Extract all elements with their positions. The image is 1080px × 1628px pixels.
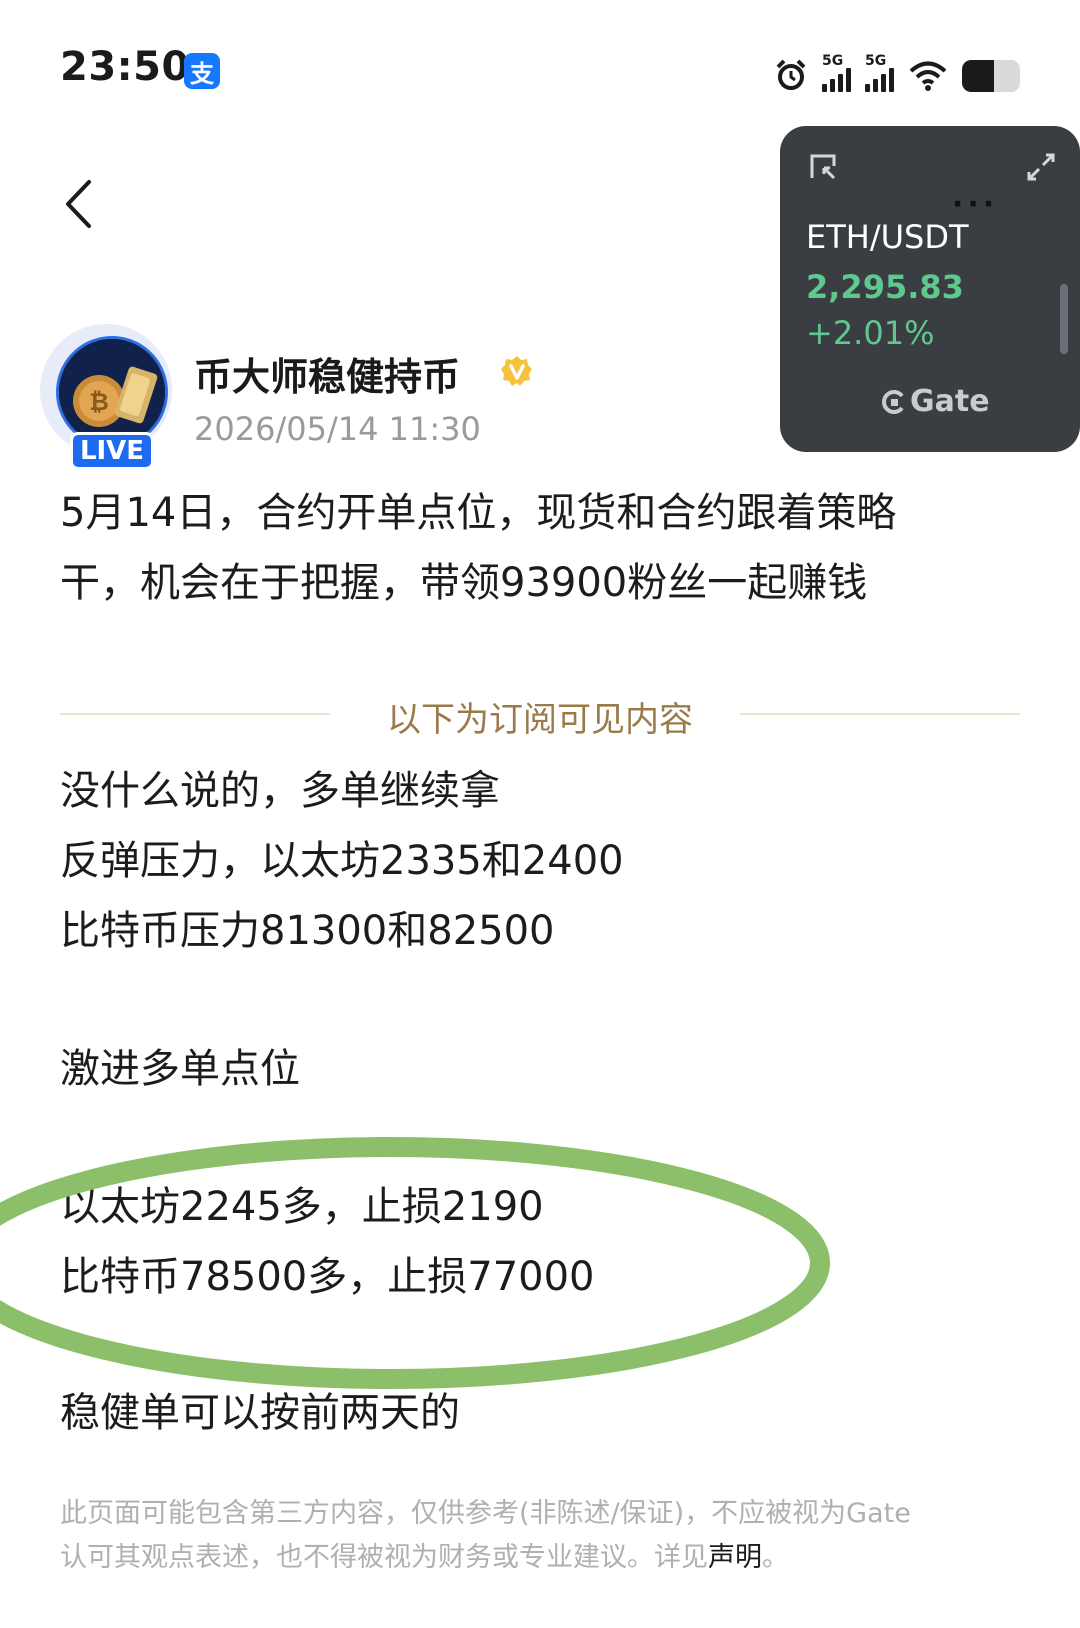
minimize-window-icon[interactable] xyxy=(808,152,838,182)
statement-link[interactable]: 声明 xyxy=(708,1542,762,1573)
status-icons: 5G 5G xyxy=(774,50,1020,92)
disclaimer: 此页面可能包含第三方内容，仅供参考(非陈述/保证)，不应被视为Gate 认可其观… xyxy=(60,1492,1020,1580)
widget-price: 2,295.83 xyxy=(806,268,964,306)
post-intro: 5月14日，合约开单点位，现货和合约跟着策略 干，机会在于把握，带领93900粉… xyxy=(60,478,1020,618)
highlighted-entries: 以太坊2245多，止损2190 比特币78500多，止损77000 xyxy=(60,1172,1020,1312)
intro-line: 5月14日，合约开单点位，现货和合约跟着策略 xyxy=(60,490,897,536)
gate-logo-icon xyxy=(882,389,904,414)
disclaimer-line: 此页面可能包含第三方内容，仅供参考(非陈述/保证)，不应被视为Gate xyxy=(60,1498,911,1529)
body-line: 反弹压力，以太坊2335和2400 xyxy=(60,838,624,884)
body-line: 没什么说的，多单继续拿 xyxy=(60,768,500,814)
widget-scrollbar[interactable] xyxy=(1060,284,1068,354)
wifi-icon xyxy=(909,61,947,91)
intro-line: 干，机会在于把握，带领93900粉丝一起赚钱 xyxy=(60,560,868,606)
section-title: 激进多单点位 xyxy=(60,1046,300,1092)
disclaimer-text: 认可其观点表述，也不得被视为财务或专业建议。详见 xyxy=(60,1542,708,1573)
disclaimer-period: 。 xyxy=(762,1542,789,1573)
expand-icon[interactable] xyxy=(1026,152,1056,182)
widget-change: +2.01% xyxy=(806,314,935,352)
author-name[interactable]: 币大师稳健持币 xyxy=(194,346,460,401)
gate-logo-text: Gate xyxy=(910,384,990,419)
back-button[interactable] xyxy=(52,174,104,234)
avatar-coins-image: ₿ xyxy=(59,339,165,445)
signal-label: 5G xyxy=(822,53,844,69)
widget-pair: ETH/USDT xyxy=(806,218,969,256)
alipay-icon: 支 xyxy=(184,53,220,89)
status-time: 23:50 xyxy=(60,44,190,90)
svg-text:₿: ₿ xyxy=(89,388,109,416)
gate-logo: Gate xyxy=(880,384,990,419)
subscriber-content-label: 以下为订阅可见内容 xyxy=(387,700,693,740)
body-line: 比特币压力81300和82500 xyxy=(60,908,555,954)
post-timestamp: 2026/05/14 11:30 xyxy=(194,410,481,448)
price-widget[interactable]: ··· ETH/USDT 2,295.83 +2.01% Gate xyxy=(780,126,1080,452)
highlight-line: 比特币78500多，止损77000 xyxy=(60,1254,595,1300)
battery-icon xyxy=(962,60,1020,92)
signal-icon: 5G xyxy=(865,54,894,92)
disclaimer-line: 认可其观点表述，也不得被视为财务或专业建议。详见声明。 xyxy=(60,1536,1020,1580)
verified-badge-icon xyxy=(501,356,532,386)
alarm-icon xyxy=(776,59,806,90)
chevron-left-icon xyxy=(66,180,91,228)
highlight-line: 以太坊2245多，止损2190 xyxy=(60,1184,544,1230)
signal-icon: 5G xyxy=(822,54,851,92)
live-badge[interactable]: LIVE xyxy=(70,432,154,470)
post-body: 没什么说的，多单继续拿 反弹压力，以太坊2335和2400 比特币压力81300… xyxy=(60,756,1020,966)
closing-line: 稳健单可以按前两天的 xyxy=(60,1390,460,1436)
more-icon[interactable]: ··· xyxy=(952,190,998,220)
signal-label: 5G xyxy=(865,53,887,69)
